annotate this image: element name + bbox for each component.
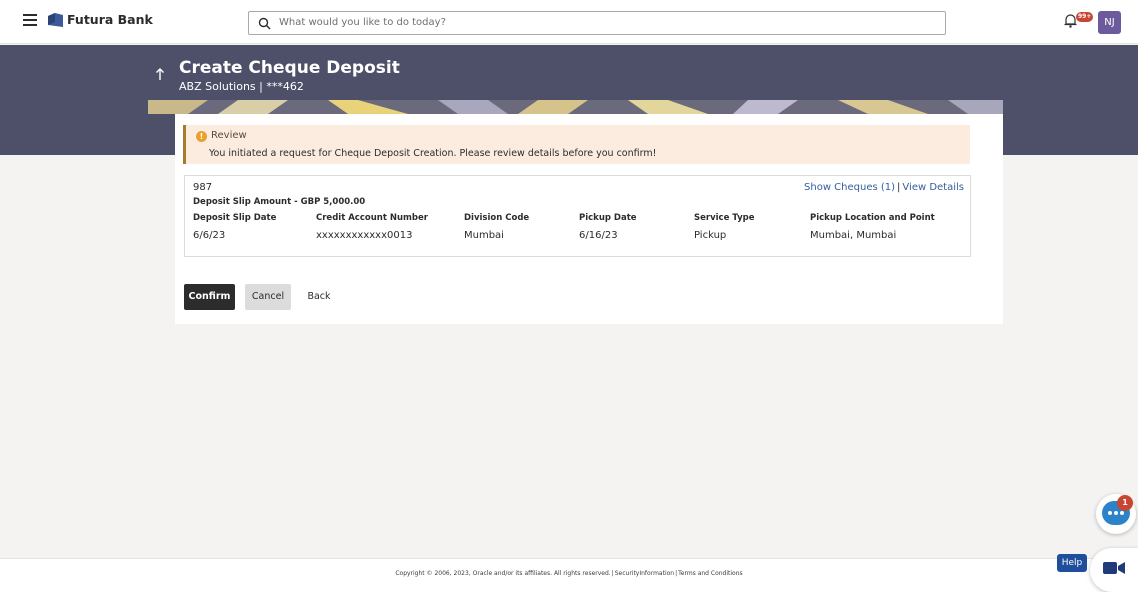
deposit-reference: 987	[193, 182, 213, 193]
terms-link[interactable]: Terms and Conditions	[678, 570, 743, 577]
field-value: Mumbai	[464, 230, 504, 241]
search-placeholder: What would you like to do today?	[279, 17, 446, 28]
field-label: Deposit Slip Date	[193, 213, 277, 223]
page-title: Create Cheque Deposit	[179, 58, 400, 78]
review-heading: Review	[211, 130, 247, 141]
brand-name[interactable]: Futura Bank	[67, 12, 153, 27]
column-division-code: Division Code Mumbai	[464, 213, 529, 241]
field-value: Pickup	[694, 230, 727, 241]
column-pickup-location: Pickup Location and Point Mumbai, Mumbai	[810, 213, 935, 241]
field-label: Service Type	[694, 213, 755, 223]
column-pickup-date: Pickup Date 6/16/23	[579, 213, 637, 241]
show-cheques-link[interactable]: Show Cheques (1)	[804, 182, 895, 193]
page-subtitle: ABZ Solutions | ***462	[179, 80, 304, 93]
deposit-card: 987 Deposit Slip Amount - GBP 5,000.00 S…	[184, 175, 971, 257]
deposit-amount: Deposit Slip Amount - GBP 5,000.00	[193, 197, 366, 207]
avatar[interactable]: NJ	[1098, 11, 1121, 34]
confirm-button[interactable]: Confirm	[184, 284, 235, 310]
footer: Copyright © 2006, 2023, Oracle and/or it…	[0, 558, 1138, 592]
review-banner: ! Review You initiated a request for Che…	[183, 125, 970, 164]
column-service-type: Service Type Pickup	[694, 213, 754, 241]
review-message: You initiated a request for Cheque Depos…	[209, 148, 657, 159]
info-icon: !	[196, 131, 207, 142]
top-bar: Futura Bank What would you like to do to…	[0, 0, 1138, 44]
field-value: Mumbai, Mumbai	[810, 230, 897, 241]
field-label: Credit Account Number	[316, 213, 428, 223]
copyright-text: Copyright © 2006, 2023, Oracle and/or it…	[395, 570, 611, 577]
card-links: Show Cheques (1) | View Details	[804, 182, 964, 193]
field-value: 6/16/23	[579, 230, 618, 241]
chat-badge: 1	[1117, 495, 1133, 511]
field-label: Pickup Location and Point	[810, 213, 935, 223]
view-details-link[interactable]: View Details	[902, 182, 964, 193]
hamburger-icon[interactable]	[23, 14, 37, 26]
help-button[interactable]: Help	[1057, 554, 1087, 572]
bell-icon[interactable]	[1064, 13, 1077, 28]
back-arrow-icon[interactable]	[155, 67, 165, 81]
field-label: Pickup Date	[579, 213, 637, 223]
security-info-link[interactable]: SecurityInformation	[615, 570, 674, 577]
back-button[interactable]: Back	[301, 284, 337, 310]
field-value: 6/6/23	[193, 230, 226, 241]
column-credit-account: Credit Account Number xxxxxxxxxxxx0013	[316, 213, 428, 241]
search-input[interactable]: What would you like to do today?	[248, 11, 946, 35]
notification-badge: 99+	[1076, 12, 1094, 22]
field-value: xxxxxxxxxxxx0013	[316, 230, 413, 241]
decorative-banner	[148, 100, 1003, 114]
footer-text: Copyright © 2006, 2023, Oracle and/or it…	[395, 570, 743, 577]
cancel-button[interactable]: Cancel	[245, 284, 291, 310]
bank-logo-icon	[48, 13, 63, 27]
search-icon	[258, 17, 271, 30]
column-deposit-slip-date: Deposit Slip Date 6/6/23	[193, 213, 276, 241]
video-icon	[1103, 562, 1125, 574]
video-button[interactable]	[1090, 548, 1138, 592]
field-label: Division Code	[464, 213, 530, 223]
link-separator: |	[897, 182, 901, 193]
